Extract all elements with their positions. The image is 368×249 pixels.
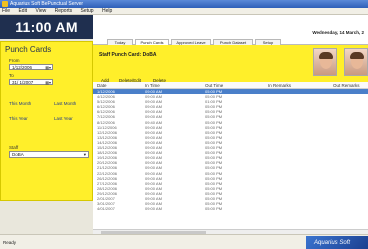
menu-setup[interactable]: Setup — [81, 8, 94, 14]
from-date-input[interactable]: 1/12/2006 ▦▾ — [9, 64, 53, 70]
current-date: Wednesday, 14 March, 2 — [312, 30, 364, 35]
status-bar: Ready Aquarius Soft — [0, 234, 368, 249]
title-bar: Aquarius Soft BePunctual Server — [0, 0, 368, 8]
menu-help[interactable]: Help — [102, 8, 112, 14]
menu-reports[interactable]: Reports — [55, 8, 73, 14]
column-date[interactable]: Date — [97, 83, 107, 88]
staff-value: DoBA — [12, 152, 24, 157]
to-date-input[interactable]: 31/ 1/2007 ▦▾ — [9, 79, 53, 85]
cell-date: 4/01/2007 — [97, 206, 115, 212]
to-date-value: 31/ 1/2007 — [12, 80, 34, 85]
calendar-dropdown-icon[interactable]: ▦▾ — [45, 80, 51, 85]
column-out-time[interactable]: Out Time — [205, 83, 223, 88]
punch-card-header: Staff Punch Card: DoBA Add Delete/Edit D… — [93, 45, 368, 83]
tab-bar: Today Punch Cards Approved Leave Punch D… — [93, 37, 368, 45]
punch-cards-panel: Punch Cards From 1/12/2006 ▦▾ To 31/ 1/2… — [0, 41, 93, 201]
link-this-year[interactable]: This Year — [9, 116, 28, 121]
staff-photo — [313, 48, 337, 76]
cell-in-time: 09:00 AM — [145, 206, 162, 212]
column-out-remarks[interactable]: Out Remarks — [333, 83, 360, 88]
from-date-value: 1/12/2006 — [12, 65, 33, 70]
sidebar: 11:00 AM Punch Cards From 1/12/2006 ▦▾ T… — [0, 15, 93, 240]
menu-file[interactable]: File — [2, 8, 10, 14]
staff-label: Staff — [9, 145, 19, 150]
to-label: To — [9, 73, 14, 78]
column-in-time[interactable]: In Time — [145, 83, 160, 88]
calendar-dropdown-icon[interactable]: ▦▾ — [45, 65, 51, 70]
link-this-month[interactable]: This Month — [9, 101, 31, 106]
link-last-month[interactable]: Last Month — [54, 101, 76, 106]
app-icon — [2, 1, 8, 7]
staff-select[interactable]: DoBA ▾ — [9, 151, 89, 158]
staff-photo — [344, 48, 368, 76]
menu-edit[interactable]: Edit — [18, 8, 27, 14]
menu-bar: File Edit View Reports Setup Help — [0, 8, 368, 15]
window-title: Aquarius Soft BePunctual Server — [10, 1, 84, 7]
chevron-down-icon: ▾ — [83, 152, 86, 157]
grid-rows: 1/12/2006 09:00 AM 05:00 PM 4/12/2006 09:00 … — [93, 89, 368, 211]
status-text: Ready — [3, 240, 17, 245]
clock-display: 11:00 AM — [0, 15, 93, 39]
grid-header: Date In Time Out Time In Remarks Out Rem… — [93, 82, 368, 89]
panel-title: Punch Cards — [5, 45, 52, 54]
hair-image — [319, 52, 333, 59]
link-last-year[interactable]: Last Year — [54, 116, 73, 121]
cell-out-time: 05:00 PM — [205, 206, 223, 212]
punch-card-title: Staff Punch Card: DoBA — [99, 52, 157, 58]
brand-logo: Aquarius Soft — [306, 236, 368, 249]
punch-grid: Date In Time Out Time In Remarks Out Rem… — [93, 82, 368, 229]
column-in-remarks[interactable]: In Remarks — [268, 83, 291, 88]
menu-view[interactable]: View — [35, 8, 46, 14]
from-label: From — [9, 58, 20, 63]
hair-image — [350, 52, 364, 59]
table-row[interactable]: 4/01/2007 09:00 AM 05:00 PM — [93, 206, 368, 211]
